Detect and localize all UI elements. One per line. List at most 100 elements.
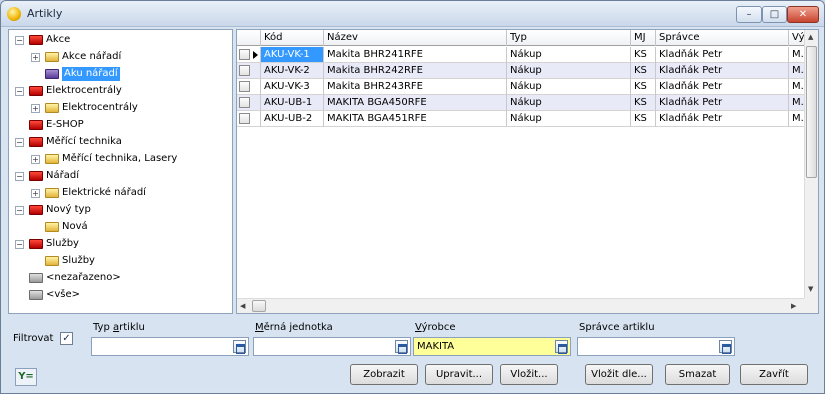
code-cell[interactable]: AKU-UB-1 xyxy=(261,95,324,111)
insert-by-button[interactable]: Vložit dle... xyxy=(585,364,653,385)
filter-checkbox[interactable]: ✓ xyxy=(60,332,73,345)
maximize-button[interactable]: □ xyxy=(762,6,787,23)
expand-icon[interactable]: + xyxy=(31,53,40,62)
code-cell[interactable]: AKU-VK-2 xyxy=(261,63,324,79)
manager-cell[interactable]: Kladňák Petr xyxy=(656,95,789,111)
unit-cell[interactable]: KS xyxy=(631,63,656,79)
manufacturer-picker-icon[interactable] xyxy=(555,340,568,354)
code-cell[interactable]: AKU-UB-2 xyxy=(261,111,324,127)
row-selector[interactable] xyxy=(237,111,261,127)
collapse-icon[interactable]: − xyxy=(15,240,24,249)
row-checkbox[interactable] xyxy=(239,65,250,76)
unit-picker-icon[interactable] xyxy=(395,340,408,354)
vertical-scroll-thumb[interactable] xyxy=(806,46,817,178)
minimize-button[interactable]: – xyxy=(736,6,762,23)
vertical-scrollbar[interactable]: ▲ ▼ xyxy=(804,30,818,298)
expand-icon[interactable]: + xyxy=(31,189,40,198)
collapse-icon[interactable]: − xyxy=(15,87,24,96)
unit-cell[interactable]: KS xyxy=(631,47,656,63)
tree-node-label[interactable]: Nářadí xyxy=(46,168,79,184)
row-selector[interactable] xyxy=(237,47,261,63)
tree-node-label[interactable]: Služby xyxy=(46,236,79,252)
tree-node-label[interactable]: Služby xyxy=(62,253,95,269)
row-selector[interactable] xyxy=(237,79,261,95)
scroll-up-arrow-icon[interactable]: ▲ xyxy=(808,33,813,41)
scroll-left-arrow-icon[interactable]: ◀ xyxy=(240,302,245,310)
collapse-icon[interactable]: − xyxy=(15,206,24,215)
name-cell[interactable]: Makita BHR241RFE xyxy=(324,47,507,63)
name-cell[interactable]: Makita BHR243RFE xyxy=(324,79,507,95)
manager-picker-icon[interactable] xyxy=(719,340,732,354)
row-selector[interactable] xyxy=(237,95,261,111)
header-manager[interactable]: Správce xyxy=(656,30,789,46)
close-window-button[interactable]: ✕ xyxy=(787,6,819,23)
header-unit[interactable]: MJ xyxy=(631,30,656,46)
horizontal-scrollbar[interactable]: ◀ ▶ xyxy=(237,298,805,313)
manager-input[interactable] xyxy=(577,337,735,356)
unit-cell[interactable]: KS xyxy=(631,111,656,127)
tree-node-label[interactable]: Měřící technika xyxy=(46,134,122,150)
tree-node-label[interactable]: E-SHOP xyxy=(46,117,84,133)
header-name[interactable]: Název xyxy=(324,30,507,46)
show-button[interactable]: Zobrazit xyxy=(350,364,418,385)
header-code[interactable]: Kód xyxy=(261,30,324,46)
manager-cell[interactable]: Kladňák Petr xyxy=(656,79,789,95)
table-row[interactable]: AKU-VK-1 Makita BHR241RFE Nákup KS Kladňák P… xyxy=(237,47,805,63)
row-checkbox[interactable] xyxy=(239,81,250,92)
unit-cell[interactable]: KS xyxy=(631,95,656,111)
manufacturer-cell[interactable]: M. xyxy=(789,79,805,95)
name-cell[interactable]: Makita BHR242RFE xyxy=(324,63,507,79)
type-cell[interactable]: Nákup xyxy=(507,95,631,111)
insert-button[interactable]: Vložit... xyxy=(500,364,558,385)
tree-node-label[interactable]: <vše> xyxy=(46,287,80,303)
filter-funnel-icon[interactable]: Y= xyxy=(15,368,37,386)
collapse-icon[interactable]: − xyxy=(15,138,24,147)
article-type-input[interactable] xyxy=(91,337,249,356)
table-row[interactable]: AKU-UB-2 MAKITA BGA451RFE Nákup KS Kladňák P… xyxy=(237,111,805,127)
expand-icon[interactable]: + xyxy=(31,104,40,113)
edit-button[interactable]: Upravit... xyxy=(425,364,493,385)
type-cell[interactable]: Nákup xyxy=(507,111,631,127)
tree-node-label[interactable]: Elektrocentrály xyxy=(62,100,138,116)
horizontal-scroll-thumb[interactable] xyxy=(252,300,266,312)
name-cell[interactable]: MAKITA BGA451RFE xyxy=(324,111,507,127)
tree-node-label[interactable]: Měřící technika, Lasery xyxy=(62,151,177,167)
tree-node-label[interactable]: Nová xyxy=(62,219,88,235)
scroll-down-arrow-icon[interactable]: ▼ xyxy=(808,285,813,293)
manufacturer-cell[interactable]: M. xyxy=(789,111,805,127)
unit-cell[interactable]: KS xyxy=(631,79,656,95)
article-type-picker-icon[interactable] xyxy=(233,340,246,354)
tree-node-label[interactable]: Aku nářadí xyxy=(62,67,120,81)
delete-button[interactable]: Smazat xyxy=(665,364,730,385)
tree-node-label[interactable]: Elektrocentrály xyxy=(46,83,122,99)
type-cell[interactable]: Nákup xyxy=(507,63,631,79)
header-type[interactable]: Typ xyxy=(507,30,631,46)
expand-icon[interactable]: + xyxy=(31,155,40,164)
row-selector[interactable] xyxy=(237,63,261,79)
manufacturer-cell[interactable]: M. xyxy=(789,47,805,63)
type-cell[interactable]: Nákup xyxy=(507,79,631,95)
manufacturer-input[interactable]: MAKITA xyxy=(413,337,571,356)
title-bar[interactable]: Artikly – □ ✕ xyxy=(1,1,824,27)
code-cell[interactable]: AKU-VK-1 xyxy=(261,47,324,63)
code-cell[interactable]: AKU-VK-3 xyxy=(261,79,324,95)
collapse-icon[interactable]: − xyxy=(15,36,24,45)
articles-grid[interactable]: Kód Název Typ MJ Správce Vý AKU-VK-1 Maki… xyxy=(236,29,819,314)
row-checkbox[interactable] xyxy=(239,97,250,108)
unit-input[interactable] xyxy=(253,337,411,356)
row-checkbox[interactable] xyxy=(239,113,250,124)
manager-cell[interactable]: Kladňák Petr xyxy=(656,111,789,127)
category-tree[interactable]: − Akce + Akce nářadí Aku nářadí − Elektrocentr… xyxy=(8,29,233,314)
row-checkbox[interactable] xyxy=(239,49,250,60)
tree-node-label[interactable]: Elektrické nářadí xyxy=(62,185,146,201)
name-cell[interactable]: MAKITA BGA450RFE xyxy=(324,95,507,111)
scroll-right-arrow-icon[interactable]: ▶ xyxy=(791,302,796,310)
table-row[interactable]: AKU-VK-2 Makita BHR242RFE Nákup KS Kladňák P… xyxy=(237,63,805,79)
manager-cell[interactable]: Kladňák Petr xyxy=(656,47,789,63)
tree-node-label[interactable]: Nový typ xyxy=(46,202,91,218)
table-row[interactable]: AKU-VK-3 Makita BHR243RFE Nákup KS Kladňák P… xyxy=(237,79,805,95)
type-cell[interactable]: Nákup xyxy=(507,47,631,63)
close-button[interactable]: Zavřít xyxy=(740,364,808,385)
manager-cell[interactable]: Kladňák Petr xyxy=(656,63,789,79)
tree-node-label[interactable]: Akce nářadí xyxy=(62,49,121,65)
